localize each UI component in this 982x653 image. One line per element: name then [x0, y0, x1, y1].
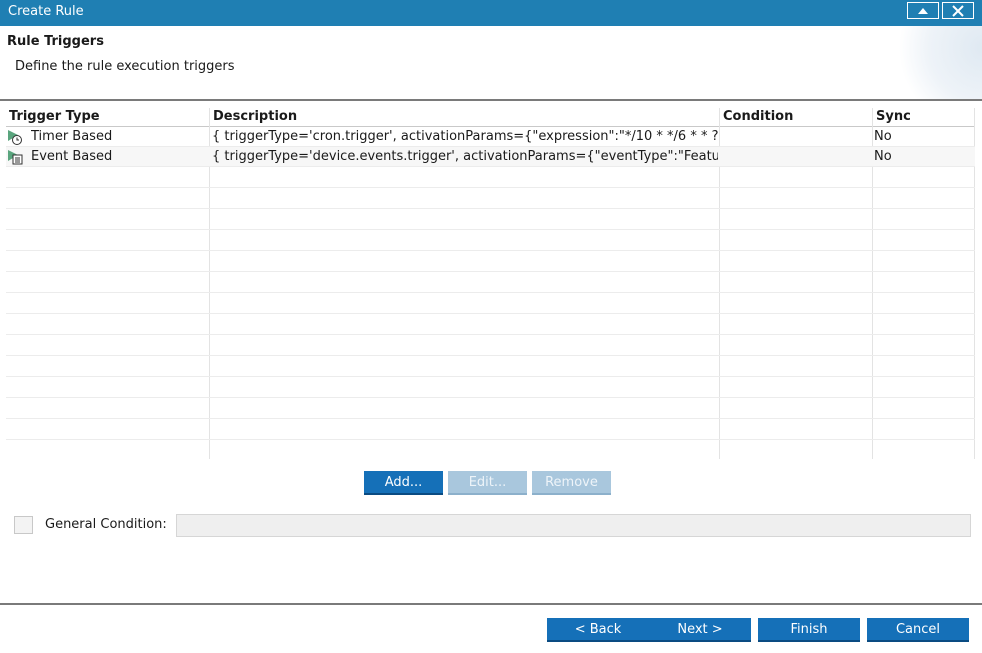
empty-row [6, 336, 975, 356]
trigger-type-cell: Timer Based [31, 129, 113, 144]
table-row[interactable]: Timer Based { triggerType='cron.trigger'… [6, 127, 975, 147]
header-divider [0, 99, 982, 101]
empty-row [6, 315, 975, 335]
empty-row [6, 231, 975, 251]
general-condition-label: General Condition: [45, 517, 167, 532]
finish-button[interactable]: Finish [758, 618, 860, 642]
window-title: Create Rule [8, 4, 84, 19]
table-row[interactable]: Event Based { triggerType='device.events… [6, 147, 975, 167]
empty-row [6, 210, 975, 230]
column-header-condition[interactable]: Condition [720, 109, 872, 127]
column-header-trigger-type[interactable]: Trigger Type [6, 109, 209, 127]
close-button[interactable] [942, 2, 974, 19]
empty-row [6, 420, 975, 440]
trigger-type-cell: Event Based [31, 149, 113, 164]
empty-row [6, 399, 975, 419]
sync-cell: No [874, 129, 892, 144]
close-icon [952, 4, 964, 17]
column-header-sync[interactable]: Sync [873, 109, 973, 127]
next-button[interactable]: Next > [649, 618, 751, 642]
empty-row [6, 252, 975, 272]
table-header: Trigger Type Description Condition Sync [6, 108, 975, 127]
empty-row [6, 441, 975, 459]
event-trigger-icon [7, 149, 23, 165]
empty-row [6, 273, 975, 293]
add-button[interactable]: Add... [364, 471, 443, 495]
general-condition-field[interactable] [176, 514, 971, 537]
wizard-header: Rule Triggers Define the rule execution … [0, 26, 982, 99]
edit-button[interactable]: Edit... [448, 471, 527, 495]
back-button[interactable]: < Back [547, 618, 649, 642]
caret-up-icon [918, 7, 928, 14]
title-bar: Create Rule [0, 0, 982, 26]
empty-row [6, 294, 975, 314]
empty-row [6, 168, 975, 188]
footer-divider [0, 603, 982, 605]
description-cell: { triggerType='device.events.trigger', a… [212, 149, 718, 164]
remove-button[interactable]: Remove [532, 471, 611, 495]
triggers-table[interactable]: Trigger Type Description Condition Sync … [6, 108, 975, 459]
page-subtitle: Define the rule execution triggers [15, 59, 235, 74]
timer-trigger-icon [7, 129, 23, 145]
cancel-button[interactable]: Cancel [867, 618, 969, 642]
column-header-description[interactable]: Description [210, 109, 719, 127]
empty-row [6, 189, 975, 209]
page-title: Rule Triggers [7, 34, 104, 49]
empty-row [6, 378, 975, 398]
maximize-button[interactable] [907, 2, 939, 19]
sync-cell: No [874, 149, 892, 164]
header-decoration [892, 26, 982, 99]
general-condition-checkbox[interactable] [14, 516, 33, 534]
empty-row [6, 357, 975, 377]
description-cell: { triggerType='cron.trigger', activation… [212, 129, 718, 144]
